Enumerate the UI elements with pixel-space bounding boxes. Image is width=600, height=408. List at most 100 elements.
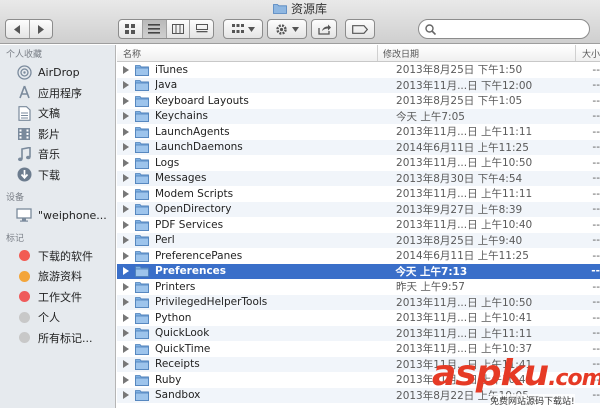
sidebar-tag-downloaded-software[interactable]: 下载的软件 [0, 246, 115, 267]
sidebar-item-applications[interactable]: 应用程序 [0, 83, 115, 104]
table-row[interactable]: Python 2013年11月...日 上午10:41 -- [117, 310, 600, 326]
disclosure-triangle-icon[interactable] [117, 267, 135, 276]
watermark-logo: aspku.com [432, 353, 600, 394]
sidebar-tag-all-tags[interactable]: 所有标记... [0, 328, 115, 349]
file-date: 今天 上午7:13 [395, 265, 468, 278]
column-header-size[interactable]: 大小 [576, 45, 600, 61]
disclosure-triangle-icon[interactable] [117, 205, 135, 214]
downloads-icon [16, 167, 32, 183]
folder-icon [135, 188, 149, 200]
disclosure-triangle-icon[interactable] [117, 158, 135, 167]
disclosure-triangle-icon[interactable] [117, 220, 135, 229]
disclosure-triangle-icon[interactable] [117, 112, 135, 121]
disclosure-triangle-icon[interactable] [117, 391, 135, 400]
sidebar-tag-personal[interactable]: 个人 [0, 307, 115, 328]
folder-icon [135, 111, 149, 123]
file-size: -- [592, 327, 600, 340]
table-row[interactable]: Java 2013年11月...日 下午12:00 -- [117, 77, 600, 93]
table-row[interactable]: LaunchDaemons 2014年6月11日 上午11:25 -- [117, 139, 600, 155]
table-row[interactable]: LaunchAgents 2013年11月...日 上午11:11 -- [117, 124, 600, 140]
folder-icon [135, 374, 149, 386]
file-rows: iTunes 2013年8月25日 下午1:50 -- Java 2013年11月...… [117, 62, 600, 403]
sidebar-item-downloads[interactable]: 下载 [0, 165, 115, 186]
column-header-name[interactable]: 名称 [117, 45, 378, 61]
tags-button[interactable] [345, 19, 375, 39]
list-view-button[interactable] [142, 20, 167, 38]
folder-icon [135, 359, 149, 371]
sidebar-tag-travel[interactable]: 旅游资料 [0, 266, 115, 287]
tag-color-dot [18, 311, 30, 323]
file-size: -- [592, 218, 600, 231]
table-row[interactable]: iTunes 2013年8月25日 下午1:50 -- [117, 62, 600, 78]
disclosure-triangle-icon[interactable] [117, 236, 135, 245]
tag-color-dot [18, 250, 30, 262]
disclosure-triangle-icon[interactable] [117, 360, 135, 369]
forward-button[interactable] [30, 20, 53, 38]
file-name: Modem Scripts [155, 187, 234, 200]
disclosure-triangle-icon[interactable] [117, 189, 135, 198]
watermark: aspku.com 免费网站源码下载站! [428, 355, 600, 408]
column-view-button[interactable] [167, 20, 191, 38]
icon-view-button[interactable] [119, 20, 143, 38]
file-size: -- [592, 141, 600, 154]
disclosure-triangle-icon[interactable] [117, 251, 135, 260]
nav-buttons [5, 19, 53, 39]
table-row[interactable]: Keyboard Layouts 2013年8月25日 下午1:05 -- [117, 93, 600, 109]
movies-icon [16, 126, 32, 142]
file-size: -- [591, 265, 600, 278]
disclosure-triangle-icon[interactable] [117, 174, 135, 183]
file-name: QuickTime [155, 342, 211, 355]
table-row[interactable]: Modem Scripts 2013年11月...日 上午11:11 -- [117, 186, 600, 202]
table-row[interactable]: PreferencePanes 2014年6月11日 上午11:25 -- [117, 248, 600, 264]
disclosure-triangle-icon[interactable] [117, 127, 135, 136]
table-row[interactable]: Printers 昨天 上午9:57 -- [117, 279, 600, 295]
table-row[interactable]: Preferences 今天 上午7:13 -- [117, 263, 600, 279]
sidebar-item-airdrop[interactable]: AirDrop [0, 62, 115, 83]
disclosure-triangle-icon[interactable] [117, 298, 135, 307]
table-row[interactable]: QuickLook 2013年11月...日 上午11:11 -- [117, 325, 600, 341]
disclosure-triangle-icon[interactable] [117, 313, 135, 322]
music-icon [16, 146, 32, 162]
back-button[interactable] [6, 20, 30, 38]
share-button[interactable] [311, 19, 337, 39]
table-row[interactable]: OpenDirectory 2013年9月27日 上午8:39 -- [117, 201, 600, 217]
disclosure-triangle-icon[interactable] [117, 65, 135, 74]
folder-icon [135, 204, 149, 216]
search-field[interactable] [418, 19, 590, 39]
watermark-tagline: 免费网站源码下载站! [490, 394, 575, 407]
sidebar-item-movies[interactable]: 影片 [0, 124, 115, 145]
folder-icon [135, 142, 149, 154]
coverflow-view-button[interactable] [190, 20, 213, 38]
folder-icon [135, 312, 149, 324]
table-row[interactable]: PrivilegedHelperTools 2013年11月...日 上午10:5… [117, 294, 600, 310]
disclosure-triangle-icon[interactable] [117, 344, 135, 353]
sidebar-item-music[interactable]: 音乐 [0, 144, 115, 165]
airdrop-icon [16, 64, 32, 80]
file-date: 今天 上午7:05 [396, 110, 465, 123]
disclosure-triangle-icon[interactable] [117, 282, 135, 291]
folder-icon [135, 173, 149, 185]
chevron-right-icon [37, 24, 44, 34]
file-size: -- [592, 311, 600, 324]
coverflow-icon [195, 24, 208, 33]
table-row[interactable]: Keychains 今天 上午7:05 -- [117, 108, 600, 124]
file-name: Printers [155, 280, 196, 293]
table-row[interactable]: PDF Services 2013年11月...日 上午10:40 -- [117, 217, 600, 233]
file-size: -- [592, 125, 600, 138]
disclosure-triangle-icon[interactable] [117, 81, 135, 90]
disclosure-triangle-icon[interactable] [117, 96, 135, 105]
disclosure-triangle-icon[interactable] [117, 329, 135, 338]
disclosure-triangle-icon[interactable] [117, 143, 135, 152]
table-row[interactable]: Logs 2013年11月...日 上午10:50 -- [117, 155, 600, 171]
documents-icon [16, 105, 32, 121]
sidebar-item-documents[interactable]: 文稿 [0, 103, 115, 124]
arrange-button[interactable] [223, 19, 263, 39]
sidebar-tag-work[interactable]: 工作文件 [0, 287, 115, 308]
table-row[interactable]: Messages 2013年8月30日 下午4:54 -- [117, 170, 600, 186]
action-button[interactable] [267, 19, 307, 39]
search-input[interactable] [440, 22, 580, 36]
column-header-date[interactable]: 修改日期 [378, 45, 576, 61]
table-row[interactable]: Perl 2013年8月25日 上午9:40 -- [117, 232, 600, 248]
disclosure-triangle-icon[interactable] [117, 375, 135, 384]
sidebar-item-computer[interactable]: "weiphone... [0, 205, 115, 226]
